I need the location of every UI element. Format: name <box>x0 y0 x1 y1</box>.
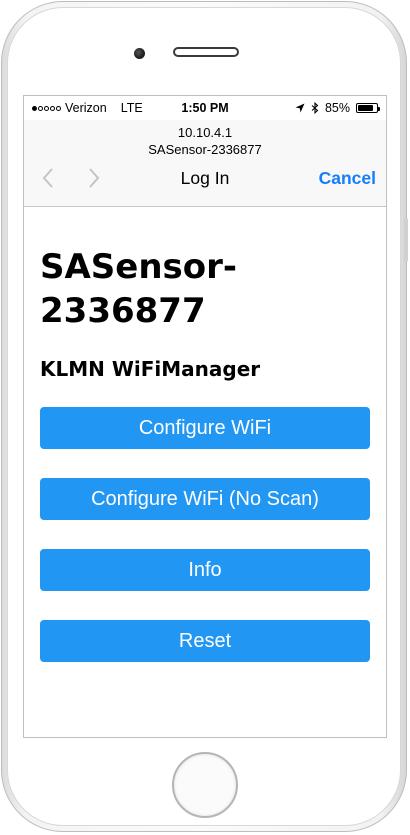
location-arrow-icon <box>295 103 305 113</box>
status-right: 85% <box>295 101 380 115</box>
url-ip: 10.10.4.1 <box>177 125 233 140</box>
battery-tip <box>378 107 380 111</box>
url-host: SASensor-2336877 <box>148 142 262 157</box>
battery-icon <box>356 103 380 113</box>
status-bar: Verizon LTE 1:50 PM 85% <box>24 96 386 120</box>
battery-fill <box>358 105 373 111</box>
bluetooth-icon <box>311 102 319 114</box>
page-subtitle: KLMN WiFiManager <box>40 357 261 381</box>
reset-button[interactable]: Reset <box>40 620 370 662</box>
phone-device: Verizon LTE 1:50 PM 85% 10.10.4.1 SASens… <box>0 0 410 835</box>
battery-percent: 85% <box>324 101 350 115</box>
info-button[interactable]: Info <box>40 549 370 591</box>
cancel-button[interactable]: Cancel <box>319 168 376 189</box>
earpiece-speaker <box>173 47 239 57</box>
phone-screen: Verizon LTE 1:50 PM 85% 10.10.4.1 SASens… <box>23 95 387 738</box>
configure-wifi-button[interactable]: Configure WiFi <box>40 407 370 449</box>
home-button[interactable] <box>172 752 238 818</box>
browser-nav-bar: 10.10.4.1 SASensor-2336877 Log In Cancel <box>24 120 386 207</box>
page-content: SASensor-2336877 KLMN WiFiManager Config… <box>24 207 386 737</box>
front-camera <box>134 48 145 59</box>
configure-wifi-no-scan-button[interactable]: Configure WiFi (No Scan) <box>40 478 370 520</box>
page-title: SASensor-2336877 <box>40 247 238 331</box>
side-button <box>404 218 408 262</box>
